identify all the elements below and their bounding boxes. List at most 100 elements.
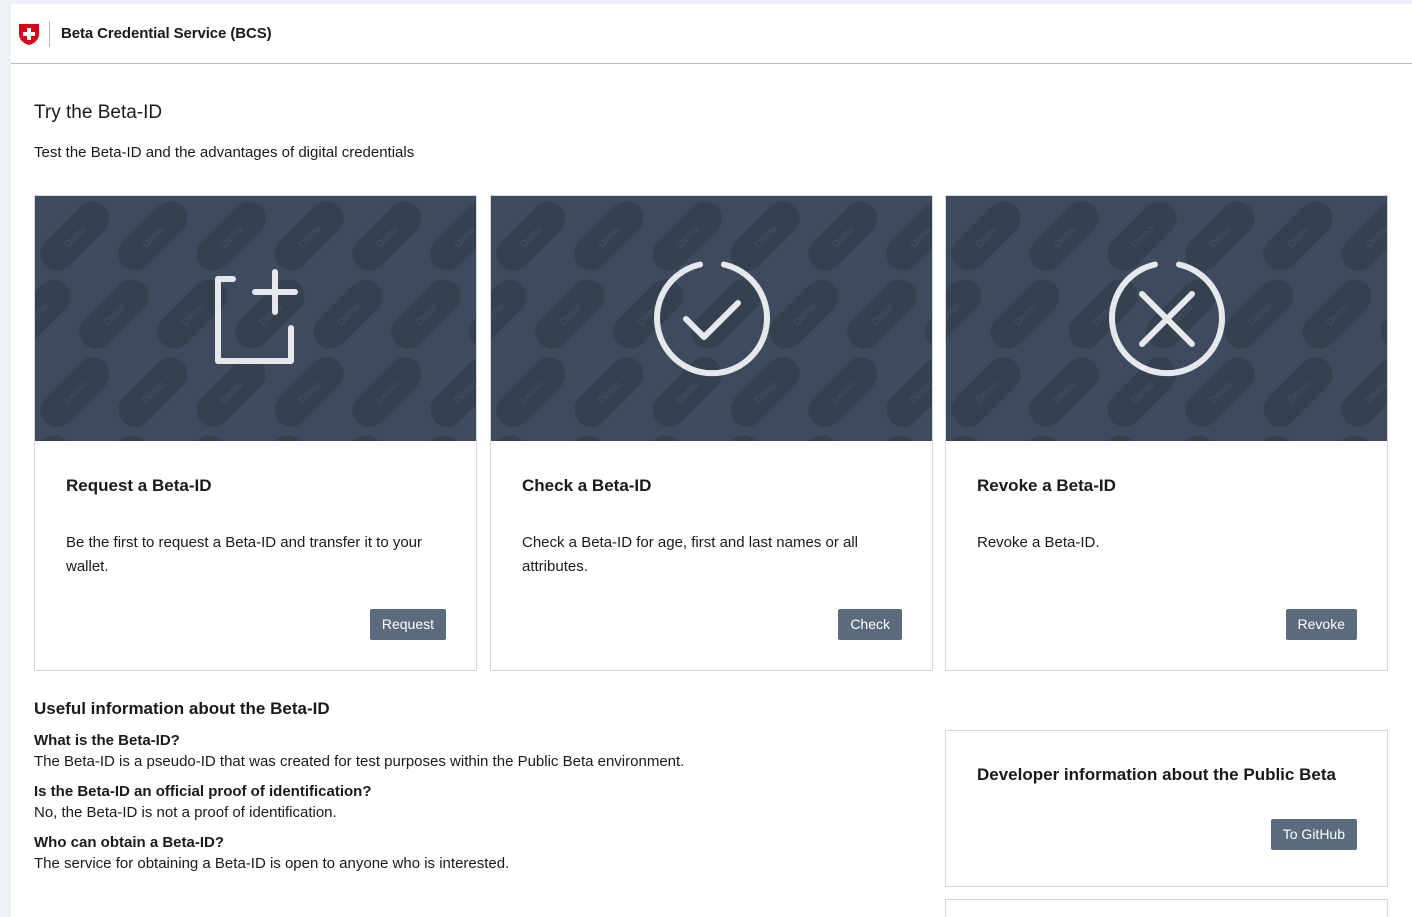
demo-pill-shape: Demo [79,279,149,349]
demo-pill-shape: Demo [491,196,534,200]
demo-pill-shape: Demo [35,435,71,441]
demo-pill-shape: Demo [1224,279,1294,349]
demo-pill-shape: Demo [1029,357,1099,427]
demo-pill-shape: Demo [1146,435,1216,441]
check-card: Demo Demo Demo Demo Demo Demo Demo Demo Demo Demo… [490,195,933,671]
top-header: Beta Credential Service (BCS) [11,4,1412,64]
demo-pill-shape: Demo [946,435,982,441]
demo-pill-shape: Demo [306,196,389,200]
secondary-info-card [945,899,1388,917]
faq-question: What is the Beta-ID? [34,732,180,749]
demo-pill-shape: Demo [469,435,476,441]
revoke-card-text: Revoke a Beta-ID. [977,534,1100,551]
demo-pill-shape: Demo [391,435,461,441]
demo-pill-shape: Demo [72,196,155,200]
demo-pill-shape: Demo [491,279,527,349]
demo-pill-shape: Demo [983,196,1066,200]
useful-info-section: Useful information about the Beta-ID Wha… [34,699,914,884]
check-button[interactable]: Check [838,609,902,640]
demo-pill-shape: Demo [1302,435,1372,441]
revoke-card-banner: Demo Demo Demo Demo Demo Demo Demo Demo Demo Demo… [946,196,1387,441]
revoke-card: Demo Demo Demo Demo Demo Demo Demo Demo Demo Demo… [945,195,1388,671]
faq-item: What is the Beta-ID? The Beta-ID is a ps… [34,731,914,772]
demo-pill-shape: Demo [496,201,566,271]
demo-pill-shape: Demo [886,357,932,427]
demo-pill-shape: Demo [613,435,683,441]
demo-pill-shape: Demo [535,279,605,349]
demo-pill-shape: Demo [491,196,495,278]
faq-question: Is the Beta-ID an official proof of iden… [34,783,372,800]
faq-answer: The service for obtaining a Beta-ID is o… [34,855,510,872]
demo-pill-shape: Demo [847,435,917,441]
developer-info-title: Developer information about the Public B… [977,765,1336,784]
demo-pill-shape: Demo [118,357,188,427]
demo-pill-shape: Demo [40,357,110,427]
demo-pill-shape: Demo [228,196,311,200]
useful-info-title: Useful information about the Beta-ID [34,699,330,718]
request-card-title: Request a Beta-ID [66,476,212,495]
demo-pill-shape: Demo [313,279,383,349]
demo-pill-shape: Demo [352,201,422,271]
request-card: Demo Demo Demo Demo Demo Demo Demo Demo Demo Demo… [34,195,477,671]
demo-pill-shape: Demo [574,201,644,271]
demo-pill-shape: Demo [1380,279,1387,349]
demo-pill-shape: Demo [946,196,950,278]
demo-pill-shape: Demo [1061,196,1144,200]
demo-pill-shape: Demo [35,279,71,349]
demo-pill-shape: Demo [352,357,422,427]
demo-pill-shape: Demo [1263,201,1333,271]
demo-pill-shape: Demo [462,196,476,200]
demo-pill-shape: Demo [40,201,110,271]
demo-pill-shape: Demo [606,196,689,200]
demo-pill-shape: Demo [35,196,39,278]
demo-pill-shape: Demo [1373,196,1387,200]
request-card-banner: Demo Demo Demo Demo Demo Demo Demo Demo Demo Demo… [35,196,476,441]
demo-pill-shape: Demo [1302,279,1372,349]
demo-pill-shape: Demo [1295,196,1378,200]
x-circle-icon [1108,261,1225,376]
demo-pill-shape: Demo [951,201,1021,271]
demo-pill-shape: Demo [79,435,149,441]
page-title: Try the Beta-ID [34,102,163,123]
demo-pill-shape: Demo [691,435,761,441]
demo-pill-shape: Demo [1380,435,1387,441]
demo-pill-shape: Demo [496,357,566,427]
demo-pill-shape: Demo [491,350,495,433]
add-document-icon [214,268,298,364]
demo-pill-shape: Demo [391,279,461,349]
check-card-text: Check a Beta-ID for age, first and last … [522,534,858,575]
faq-question: Who can obtain a Beta-ID? [34,834,225,851]
demo-pill-shape: Demo [118,201,188,271]
demo-pill-shape: Demo [946,196,989,200]
demo-pill-shape: Demo [430,357,476,427]
request-card-text: Be the first to request a Beta-ID and tr… [66,534,423,575]
faq-item: Is the Beta-ID an official proof of iden… [34,782,914,823]
service-title: Beta Credential Service (BCS) [61,25,272,42]
revoke-button[interactable]: Revoke [1285,609,1357,640]
demo-pill-shape: Demo [157,435,227,441]
demo-pill-shape: Demo [886,201,932,271]
demo-pill-shape: Demo [1068,435,1138,441]
demo-pill-shape: Demo [384,196,467,200]
page-subtitle: Test the Beta-ID and the advantages of d… [34,144,415,161]
demo-pill-shape: Demo [535,435,605,441]
to-github-button[interactable]: To GitHub [1270,819,1357,850]
demo-pill-shape: Demo [808,201,878,271]
demo-pill-shape: Demo [1217,196,1300,200]
check-card-title: Check a Beta-ID [522,476,652,495]
demo-pill-shape: Demo [684,196,767,200]
demo-pill-shape: Demo [469,279,476,349]
demo-pill-shape: Demo [1263,357,1333,427]
demo-pill-shape: Demo [313,435,383,441]
demo-pill-shape: Demo [491,435,527,441]
faq-answer: No, the Beta-ID is not a proof of identi… [34,804,337,821]
demo-pill-shape: Demo [35,350,39,433]
demo-pill-shape: Demo [150,196,233,200]
swiss-cross-logo-icon [19,23,39,45]
demo-pill-shape: Demo [1341,201,1387,271]
demo-pill-shape: Demo [847,279,917,349]
demo-pill-shape: Demo [840,196,923,200]
demo-pill-shape: Demo [946,350,950,433]
request-button[interactable]: Request [369,609,446,640]
demo-pill-shape: Demo [918,196,932,200]
